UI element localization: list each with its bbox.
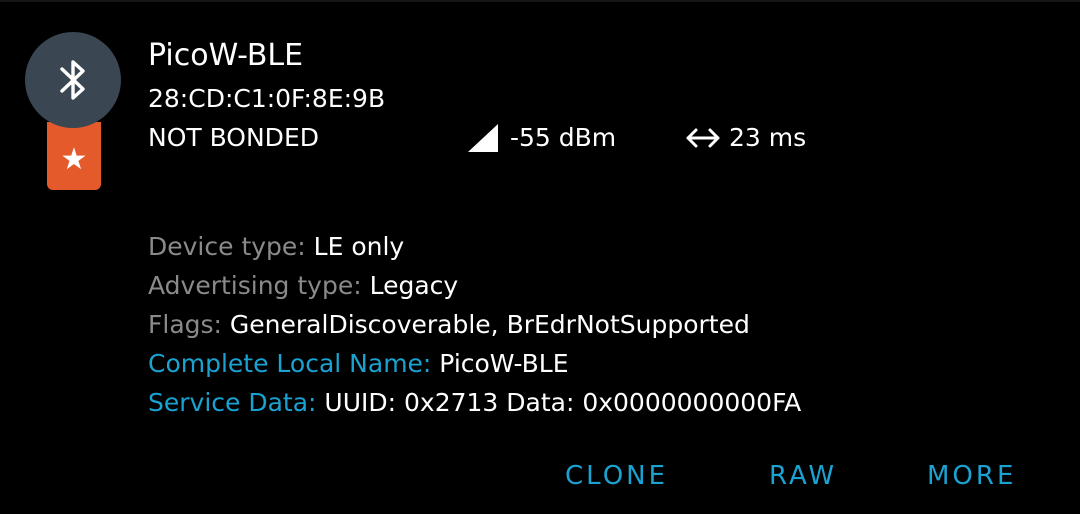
advertising-type-label: Advertising type: xyxy=(148,271,370,300)
advertising-type-value: Legacy xyxy=(369,271,459,300)
star-icon: ★ xyxy=(60,142,88,177)
device-type-row: Device type: LE only xyxy=(148,229,801,268)
advertising-type-row: Advertising type: Legacy xyxy=(148,268,801,307)
service-data-value: UUID: 0x2713 Data: 0x0000000000FA xyxy=(324,388,802,417)
flags-label: Flags: xyxy=(148,310,230,339)
device-type-value: LE only xyxy=(313,232,405,261)
rssi-value: -55 dBm xyxy=(510,123,617,152)
service-data-row: Service Data: UUID: 0x2713 Data: 0x00000… xyxy=(148,385,801,424)
local-name-value: PicoW-BLE xyxy=(439,349,569,378)
flags-value: GeneralDiscoverable, BrEdrNotSupported xyxy=(229,310,750,339)
flags-row: Flags: GeneralDiscoverable, BrEdrNotSupp… xyxy=(148,307,801,346)
action-bar: CLONE RAW MORE xyxy=(0,454,1080,498)
device-address: 28:CD:C1:0F:8E:9B xyxy=(148,84,386,113)
service-data-label: Service Data: xyxy=(148,388,325,417)
clone-button[interactable]: CLONE xyxy=(565,454,668,498)
advertisement-details: Device type: LE only Advertising type: L… xyxy=(148,229,801,424)
bluetooth-icon xyxy=(60,60,85,100)
favorite-badge: ★ xyxy=(47,122,101,190)
device-name: PicoW-BLE xyxy=(148,38,304,73)
rssi-indicator: -55 dBm xyxy=(467,121,616,155)
divider xyxy=(0,0,1080,2)
device-avatar: ★ xyxy=(25,32,121,190)
local-name-label: Complete Local Name: xyxy=(148,349,440,378)
raw-button[interactable]: RAW xyxy=(769,454,837,498)
local-name-row: Complete Local Name: PicoW-BLE xyxy=(148,346,801,385)
bluetooth-avatar xyxy=(25,32,121,128)
device-card[interactable]: ★ PicoW-BLE 28:CD:C1:0F:8E:9B NOT BONDED… xyxy=(0,0,1080,514)
left-right-arrow-icon xyxy=(686,128,720,148)
interval-indicator: 23 ms xyxy=(685,121,806,155)
bond-state: NOT BONDED xyxy=(148,123,319,152)
signal-strength-icon xyxy=(468,124,498,152)
device-type-label: Device type: xyxy=(148,232,314,261)
more-button[interactable]: MORE xyxy=(927,454,1016,498)
interval-value: 23 ms xyxy=(729,123,807,152)
